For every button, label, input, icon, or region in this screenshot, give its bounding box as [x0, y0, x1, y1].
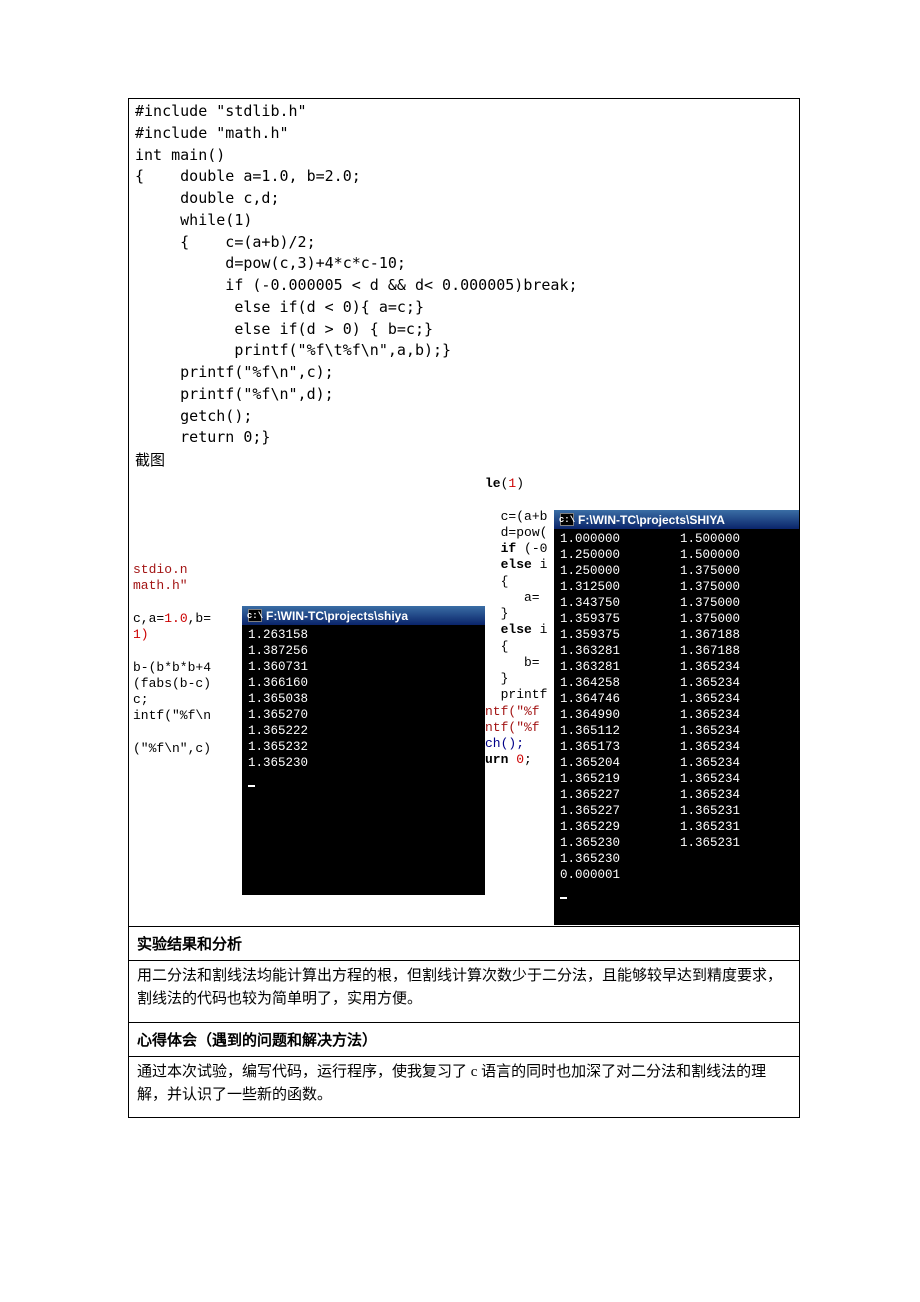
- ide-text: if: [501, 541, 517, 556]
- section-body-reflection: 通过本次试验，编写代码，运行程序，使我复习了 c 语言的同时也加深了对二分法和割…: [129, 1057, 799, 1118]
- cursor-icon: [248, 785, 255, 787]
- ide-text: ("%f\n",c): [133, 741, 211, 756]
- ide-text: ,b=: [188, 611, 211, 626]
- ide-text: else: [501, 622, 532, 637]
- code-line: #include "stdlib.h": [135, 102, 307, 120]
- console-line: 1.387256: [248, 644, 308, 658]
- code-line: #include "math.h": [135, 124, 289, 142]
- code-line: else if(d < 0){ a=c;}: [135, 298, 424, 316]
- ide-text: 1: [508, 476, 516, 491]
- ide-snippet-left: stdio.n math.h" c,a=1.0,b= 1) b-(b*b*b+4…: [133, 562, 211, 757]
- ide-text: (fabs(b-c): [133, 676, 211, 691]
- ide-text: c;: [133, 692, 149, 707]
- code-line: while(1): [135, 211, 252, 229]
- ide-text: ntf("%f: [485, 720, 540, 735]
- console-line: 1.366160: [248, 676, 308, 690]
- section-heading-reflection: 心得体会（遇到的问题和解决方法）: [129, 1023, 799, 1057]
- ide-text: stdio.n: [133, 562, 188, 577]
- console-title: F:\WIN-TC\projects\SHIYA: [578, 513, 725, 527]
- console-line: 1.360731: [248, 660, 308, 674]
- code-line: int main(): [135, 146, 225, 164]
- ide-text: d=pow(: [501, 525, 548, 540]
- code-line: d=pow(c,3)+4*c*c-10;: [135, 254, 406, 272]
- ide-text: math.h": [133, 578, 188, 593]
- console-line: 1.365270: [248, 708, 308, 722]
- cmd-icon: c:\: [248, 609, 262, 622]
- code-line: { c=(a+b)/2;: [135, 233, 316, 251]
- code-line: printf("%f\n",d);: [135, 385, 334, 403]
- console-line: 1.365230: [248, 756, 308, 770]
- cmd-icon: c:\: [560, 513, 574, 526]
- code-line: { double a=1.0, b=2.0;: [135, 167, 361, 185]
- code-line: return 0;}: [135, 428, 270, 446]
- cursor-icon: [560, 897, 567, 899]
- code-line: printf("%f\n",c);: [135, 363, 334, 381]
- code-line: if (-0.000005 < d && d< 0.000005)break;: [135, 276, 578, 294]
- ide-snippet-right: le(1) c=(a+b d=pow( if (-0 else i { a= }…: [485, 476, 547, 769]
- ide-text: c=(a+b: [501, 509, 548, 524]
- screenshots-area: stdio.n math.h" c,a=1.0,b= 1) b-(b*b*b+4…: [129, 472, 799, 927]
- document-page: #include "stdlib.h" #include "math.h" in…: [0, 0, 920, 1302]
- console-line: 1.263158: [248, 628, 308, 642]
- console-window-right: c:\ F:\WIN-TC\projects\SHIYA 1.000000 1.…: [554, 510, 799, 925]
- ide-text: ntf("%f: [485, 704, 540, 719]
- content-frame: #include "stdlib.h" #include "math.h" in…: [128, 98, 800, 1118]
- code-line: double c,d;: [135, 189, 280, 207]
- ide-text: 1): [133, 627, 149, 642]
- console-titlebar: c:\ F:\WIN-TC\projects\shiya: [242, 606, 485, 625]
- section-body-results: 用二分法和割线法均能计算出方程的根，但割线计算次数少于二分法，且能够较早达到精度…: [129, 961, 799, 1023]
- console-body: 1.263158 1.387256 1.360731 1.366160 1.36…: [242, 625, 485, 895]
- ide-text: c,a=: [133, 611, 164, 626]
- ide-text: urn: [485, 752, 508, 767]
- console-title: F:\WIN-TC\projects\shiya: [266, 609, 408, 623]
- section-heading-results: 实验结果和分析: [129, 927, 799, 961]
- console-line: 1.365232: [248, 740, 308, 754]
- console-line: 1.365222: [248, 724, 308, 738]
- ide-text: b-(b*b*b+4: [133, 660, 211, 675]
- code-line: printf("%f\t%f\n",a,b);}: [135, 341, 451, 359]
- ide-text: 0: [516, 752, 524, 767]
- code-line: else if(d > 0) { b=c;}: [135, 320, 433, 338]
- ide-text: 1.0: [164, 611, 187, 626]
- ide-text: intf("%f\n: [133, 708, 211, 723]
- console-body: 1.000000 1.500000 1.250000 1.500000 1.25…: [554, 529, 799, 925]
- code-line: getch();: [135, 407, 252, 425]
- screenshot-label: 截图: [129, 449, 799, 472]
- console-window-left: c:\ F:\WIN-TC\projects\shiya 1.263158 1.…: [242, 606, 485, 895]
- ide-text: ch();: [485, 736, 524, 751]
- ide-text: else: [501, 557, 532, 572]
- source-code-block: #include "stdlib.h" #include "math.h" in…: [129, 99, 799, 449]
- ide-text: le: [485, 476, 501, 491]
- console-titlebar: c:\ F:\WIN-TC\projects\SHIYA: [554, 510, 799, 529]
- console-line: 1.365038: [248, 692, 308, 706]
